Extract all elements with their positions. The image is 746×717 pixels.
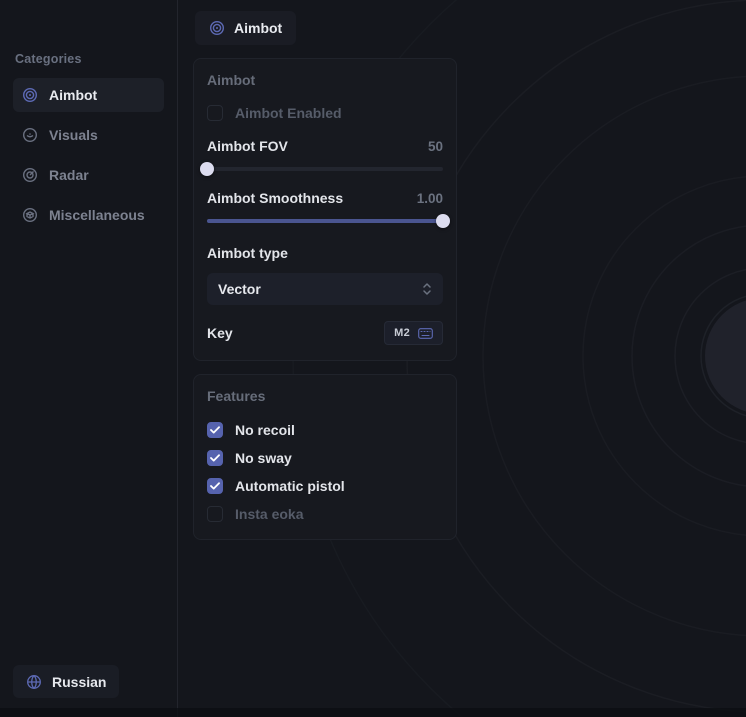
selected-option: Vector: [218, 281, 261, 297]
checkbox-label: No recoil: [235, 422, 295, 438]
chevron-updown-icon: [422, 282, 432, 296]
checkbox-label: Insta eoka: [235, 506, 303, 522]
checkbox-box[interactable]: [207, 105, 223, 121]
sidebar-item-visuals[interactable]: Visuals: [13, 118, 164, 152]
fov-slider-thumb[interactable]: [200, 162, 214, 176]
key-label: Key: [207, 325, 233, 341]
fov-value: 50: [428, 139, 443, 154]
radar-icon: [22, 167, 38, 183]
checkbox-box[interactable]: [207, 506, 223, 522]
smoothness-slider-thumb[interactable]: [436, 214, 450, 228]
feature-no-sway-checkbox[interactable]: No sway: [207, 450, 443, 466]
checkbox-label: No sway: [235, 450, 292, 466]
keyboard-icon: [418, 328, 433, 339]
smoothness-slider[interactable]: [207, 214, 443, 228]
smoothness-row: Aimbot Smoothness 1.00: [207, 190, 443, 206]
check-icon: [210, 426, 220, 434]
sidebar-item-radar[interactable]: Radar: [13, 158, 164, 192]
sidebar-item-label: Radar: [49, 167, 89, 183]
check-icon: [210, 482, 220, 490]
fov-label: Aimbot FOV: [207, 138, 288, 154]
sidebar-item-aimbot[interactable]: Aimbot: [13, 78, 164, 112]
target-icon: [22, 87, 38, 103]
features-panel: Features No recoil No sway Automatic pis…: [193, 374, 457, 540]
features-list: No recoil No sway Automatic pistol Insta…: [207, 404, 443, 524]
checkbox-box[interactable]: [207, 450, 223, 466]
check-icon: [210, 454, 220, 462]
sidebar-item-label: Miscellaneous: [49, 207, 145, 223]
eye-icon: [22, 127, 38, 143]
tab-aimbot[interactable]: Aimbot: [195, 11, 296, 45]
checkbox-label: Automatic pistol: [235, 478, 345, 494]
sidebar-item-label: Aimbot: [49, 87, 97, 103]
checkbox-box[interactable]: [207, 422, 223, 438]
keybind-value: M2: [394, 327, 410, 339]
slider-fill: [207, 219, 443, 223]
feature-automatic-pistol-checkbox[interactable]: Automatic pistol: [207, 478, 443, 494]
panel-title: Features: [207, 388, 443, 404]
fov-slider[interactable]: [207, 162, 443, 176]
aimbot-enabled-checkbox[interactable]: Aimbot Enabled: [207, 105, 443, 121]
sidebar-item-miscellaneous[interactable]: Miscellaneous: [13, 198, 164, 232]
panel-title: Aimbot: [207, 72, 443, 88]
cube-icon: [22, 207, 38, 223]
smoothness-value: 1.00: [417, 191, 443, 206]
feature-no-recoil-checkbox[interactable]: No recoil: [207, 422, 443, 438]
aimbot-type-select[interactable]: Vector: [207, 273, 443, 305]
aimbot-type-label: Aimbot type: [207, 245, 443, 261]
language-button-label: Russian: [52, 674, 106, 690]
tab-label: Aimbot: [234, 20, 282, 36]
aimbot-panel: Aimbot Aimbot Enabled Aimbot FOV 50 Aimb…: [193, 58, 457, 361]
sidebar-item-label: Visuals: [49, 127, 98, 143]
key-row: Key M2: [207, 321, 443, 345]
categories-heading: Categories: [15, 52, 164, 66]
keybind-button[interactable]: M2: [384, 321, 443, 345]
target-icon: [209, 20, 225, 36]
window-bottom-edge: [0, 708, 746, 717]
slider-track: [207, 219, 443, 223]
fov-row: Aimbot FOV 50: [207, 138, 443, 154]
globe-icon: [26, 674, 42, 690]
feature-insta-eoka-checkbox[interactable]: Insta eoka: [207, 506, 443, 522]
smoothness-label: Aimbot Smoothness: [207, 190, 343, 206]
main-content: Aimbot Aimbot Aimbot Enabled Aimbot FOV …: [193, 11, 457, 540]
checkbox-box[interactable]: [207, 478, 223, 494]
language-button[interactable]: Russian: [13, 665, 119, 698]
sidebar: Categories Aimbot Visuals Radar: [0, 0, 178, 717]
slider-track: [207, 167, 443, 171]
checkbox-label: Aimbot Enabled: [235, 105, 342, 121]
